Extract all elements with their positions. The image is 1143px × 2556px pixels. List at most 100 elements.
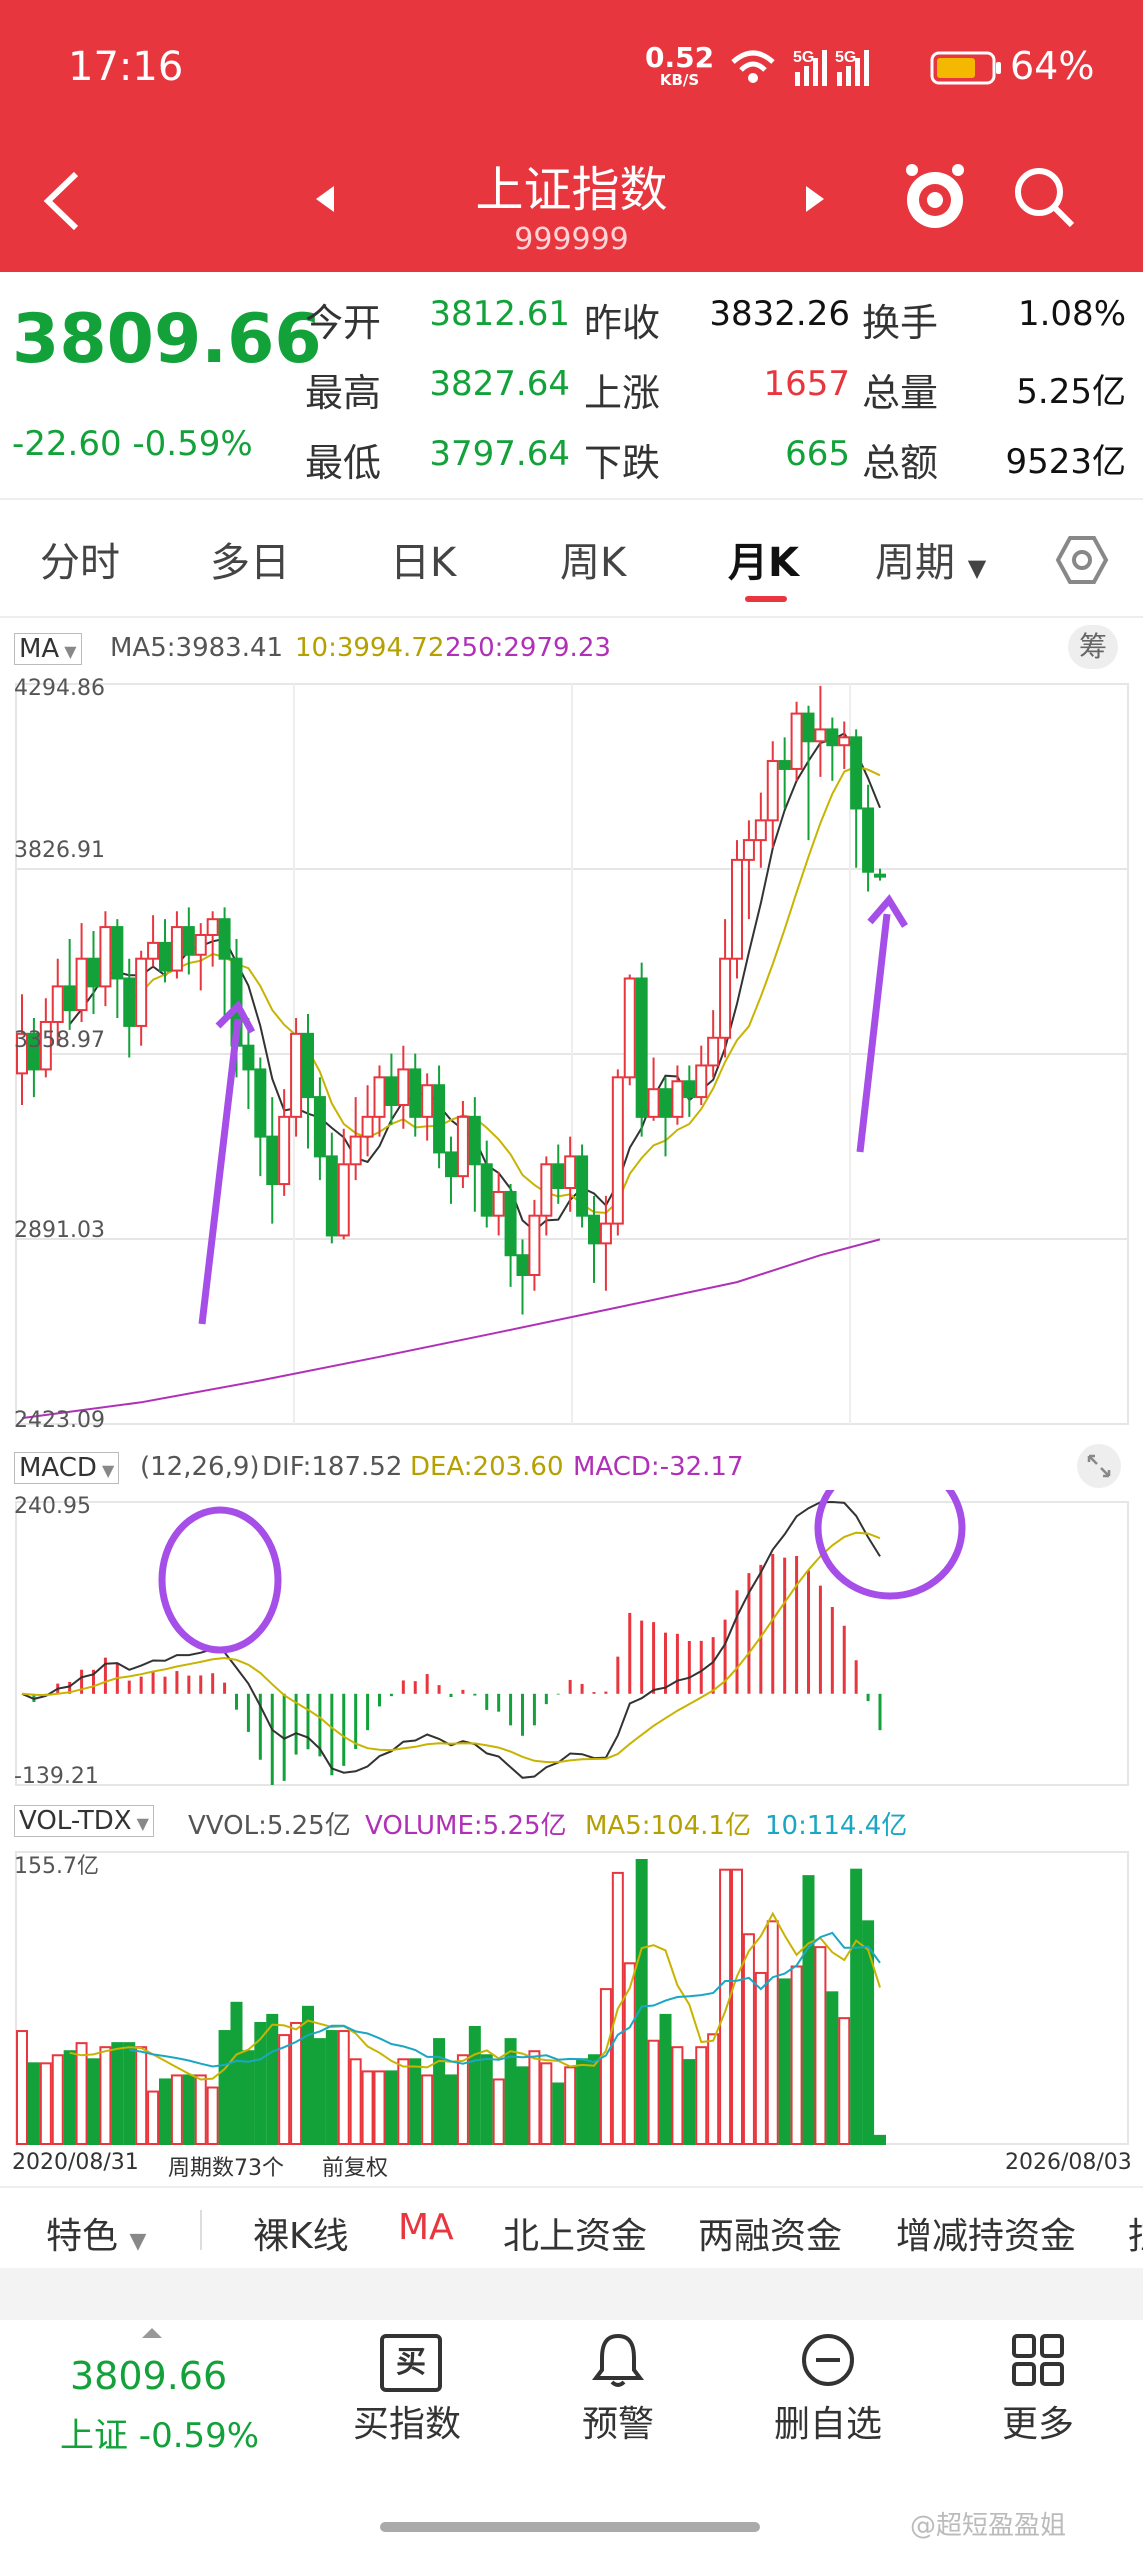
alert-button[interactable]: 预警 bbox=[560, 2395, 676, 2447]
macd-selector[interactable]: MACD ▼ bbox=[14, 1452, 120, 1484]
tab-period[interactable]: 周期 ▼ bbox=[875, 530, 986, 588]
feature-holding-change[interactable]: 增减持资金 bbox=[896, 2207, 1076, 2259]
candle-body bbox=[409, 1068, 422, 1118]
candle-body bbox=[123, 977, 136, 1027]
ma-selector[interactable]: MA ▼ bbox=[14, 633, 82, 665]
candle-body bbox=[433, 1084, 446, 1154]
settings-hexagon-icon[interactable] bbox=[1055, 533, 1109, 587]
volume-bar bbox=[838, 2017, 851, 2146]
candle-body bbox=[695, 1064, 708, 1099]
candle-body bbox=[492, 1190, 505, 1217]
ma250-value: 250:2979.23 bbox=[445, 633, 611, 663]
volume-bar bbox=[385, 2070, 398, 2146]
feature-naked-k[interactable]: 裸K线 bbox=[253, 2207, 349, 2259]
net-speed: 0.52 KB/S bbox=[645, 44, 714, 89]
feature-special[interactable]: 特色 ▼ bbox=[46, 2207, 146, 2259]
tab-intraday[interactable]: 分时 bbox=[40, 530, 120, 588]
tab-monthly-k[interactable]: 月K bbox=[728, 530, 799, 588]
divider bbox=[0, 2186, 1143, 2188]
expand-button[interactable] bbox=[1077, 1444, 1121, 1488]
volume-bar bbox=[588, 2054, 600, 2145]
y-label-3: 3358.97 bbox=[14, 1028, 105, 1053]
volume-bar bbox=[361, 2070, 374, 2146]
tab-multi-day[interactable]: 多日 bbox=[210, 530, 290, 588]
divider bbox=[0, 616, 1143, 618]
next-stock-icon[interactable] bbox=[802, 184, 826, 214]
volume-bar bbox=[719, 1868, 732, 2145]
svg-text:5G: 5G bbox=[835, 49, 856, 66]
bell-icon bbox=[592, 2333, 644, 2387]
dif-line bbox=[21, 1500, 881, 1779]
chip-distribution-button[interactable]: 筹 bbox=[1068, 625, 1118, 669]
label-volume: 总量 bbox=[862, 371, 939, 415]
vol-selector[interactable]: VOL-TDX ▼ bbox=[14, 1805, 154, 1837]
macd-selector-label: MACD bbox=[19, 1453, 97, 1483]
vol-ma5: MA5:104.1亿 bbox=[585, 1811, 751, 1841]
candle-body bbox=[683, 1080, 696, 1099]
macd-chart[interactable] bbox=[0, 1490, 1143, 1800]
feature-margin[interactable]: 两融资金 bbox=[698, 2207, 842, 2259]
feature-more[interactable]: 拄 bbox=[1128, 2207, 1143, 2259]
label-amount: 总额 bbox=[862, 441, 939, 485]
macd-dea: DEA:203.60 bbox=[410, 1452, 564, 1482]
volume-bar bbox=[182, 2074, 195, 2145]
remove-watchlist-button[interactable]: 删自选 bbox=[768, 2395, 888, 2447]
ma5-value: MA5:3983.41 bbox=[110, 633, 284, 663]
expand-up-icon[interactable] bbox=[140, 2326, 164, 2340]
value-turnover: 1.08% bbox=[1017, 294, 1126, 334]
tab-daily-k[interactable]: 日K bbox=[390, 530, 456, 588]
feature-northbound[interactable]: 北上资金 bbox=[503, 2207, 647, 2259]
volume-bar bbox=[313, 2038, 326, 2145]
macd-dif: DIF:187.52 bbox=[262, 1452, 403, 1482]
value-amount: 9523亿 bbox=[1005, 442, 1126, 482]
volume-bar bbox=[731, 1868, 743, 2145]
candle-body bbox=[111, 926, 124, 980]
bottom-index-change[interactable]: 上证 -0.59% bbox=[60, 2408, 259, 2457]
volume-chart[interactable] bbox=[0, 1848, 1143, 2148]
candlestick-chart[interactable] bbox=[0, 674, 1143, 1444]
volume-bar bbox=[278, 2034, 291, 2145]
candle-body bbox=[445, 1151, 457, 1178]
feature-ma[interactable]: MA bbox=[398, 2207, 454, 2248]
volume-bar bbox=[492, 2078, 505, 2145]
search-icon[interactable] bbox=[1012, 165, 1076, 231]
volume-bar bbox=[397, 2058, 410, 2145]
axis-start-date: 2020/08/31 bbox=[12, 2150, 139, 2175]
tab-weekly-k[interactable]: 周K bbox=[560, 530, 626, 588]
volume-bar bbox=[552, 2082, 565, 2145]
candle-body bbox=[313, 1096, 326, 1158]
volume-bar bbox=[707, 2033, 720, 2145]
more-button[interactable]: 更多 bbox=[980, 2395, 1096, 2447]
candle-body bbox=[814, 728, 827, 743]
volume-bar bbox=[540, 2062, 553, 2145]
volume-bar bbox=[814, 1946, 827, 2145]
price-change: -22.60 -0.59% bbox=[12, 424, 253, 464]
candle-body bbox=[599, 1222, 612, 1245]
candle-body bbox=[552, 1163, 565, 1190]
volume-bar bbox=[302, 2005, 314, 2145]
volume-bar bbox=[778, 1978, 791, 2145]
assistant-icon[interactable] bbox=[900, 160, 970, 234]
volume-bar bbox=[802, 1875, 815, 2146]
volume-bar bbox=[576, 2058, 589, 2145]
volume-bar bbox=[504, 2038, 517, 2145]
candle-body bbox=[361, 1115, 374, 1138]
annotation-circle bbox=[814, 1490, 966, 1600]
candle-body bbox=[397, 1068, 410, 1106]
candle-body bbox=[647, 1088, 660, 1118]
volume-bar bbox=[123, 2042, 136, 2145]
battery-percent: 64% bbox=[1010, 44, 1095, 88]
home-indicator[interactable] bbox=[380, 2522, 760, 2532]
adjust-mode[interactable]: 前复权 bbox=[322, 2150, 388, 2182]
buy-index-button[interactable]: 买指数 bbox=[352, 2395, 462, 2447]
volume-bar bbox=[659, 2013, 672, 2145]
y-label-bottom: 2423.09 bbox=[14, 1408, 105, 1433]
candle-body bbox=[504, 1190, 517, 1257]
battery-icon bbox=[930, 51, 1001, 85]
candle-body bbox=[87, 957, 100, 988]
volume-bar bbox=[850, 1868, 863, 2145]
tab-period-label: 周期 bbox=[875, 540, 955, 586]
volume-bar bbox=[528, 2050, 541, 2145]
volume-bar bbox=[409, 2058, 422, 2145]
bottom-price[interactable]: 3809.66 bbox=[70, 2354, 227, 2398]
